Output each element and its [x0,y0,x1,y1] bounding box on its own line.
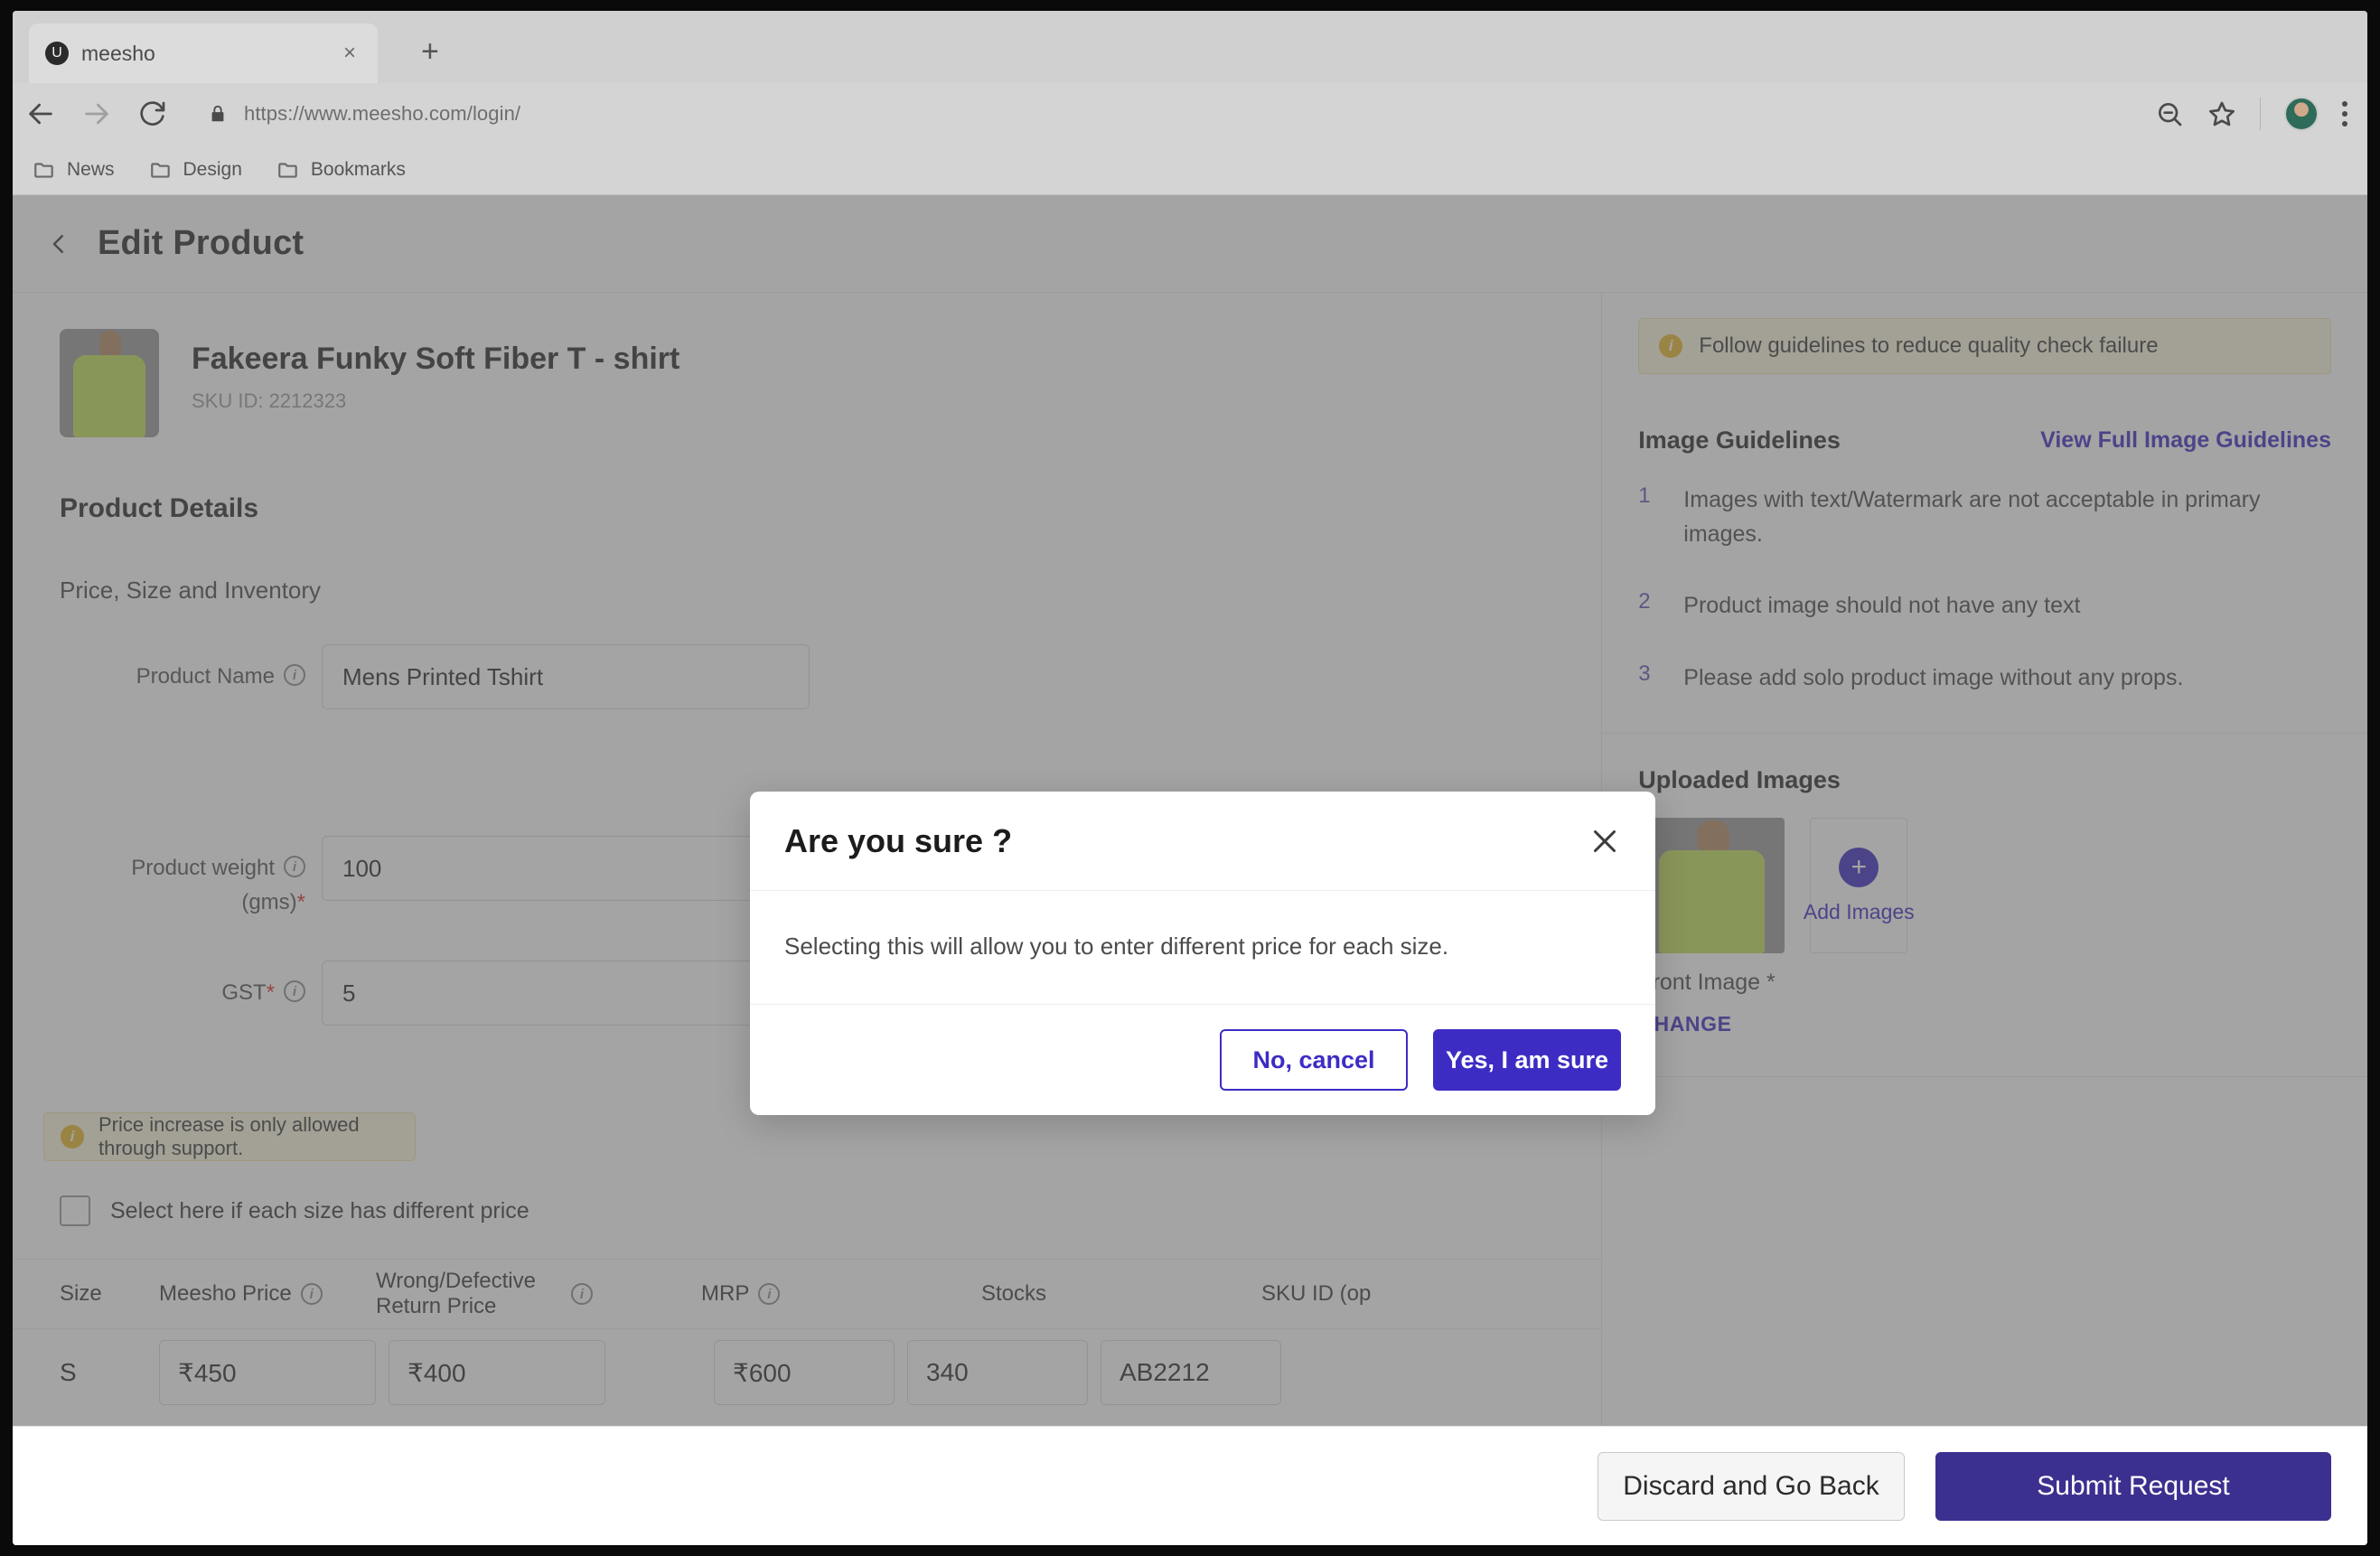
bookmarks-bar: News Design Bookmarks [13,145,2367,195]
tab-title: meesho [81,41,155,65]
bookmark-label: News [67,158,115,180]
confirm-dialog: Are you sure ? Selecting this will allow… [750,792,1655,1115]
url-text: https://www.meesho.com/login/ [244,102,521,125]
reload-icon[interactable] [125,86,181,142]
browser-window: U meesho × + https://www.meesho.com/logi… [13,11,2367,1545]
toolbar-divider [2260,98,2261,130]
dialog-footer: No, cancel Yes, I am sure [750,1005,1655,1115]
folder-icon [149,158,173,182]
bookmark-label: Design [183,158,242,180]
more-menu-icon[interactable] [2342,101,2347,127]
dialog-header: Are you sure ? [750,792,1655,891]
lock-icon [208,104,228,124]
bookmark-item-news[interactable]: News [33,158,115,182]
tab-strip: U meesho × + [13,11,2367,83]
dialog-title: Are you sure ? [784,821,1013,859]
back-icon[interactable] [13,86,69,142]
bookmark-star-icon[interactable] [2207,99,2236,128]
bottom-action-bar: Discard and Go Back Submit Request [13,1426,2367,1545]
dialog-body: Selecting this will allow you to enter d… [750,891,1655,1005]
folder-icon [33,158,56,182]
page-viewport: Edit Product Fakeera Funky Soft Fiber T … [13,195,2367,1545]
dialog-message: Selecting this will allow you to enter d… [784,933,1449,960]
browser-toolbar: https://www.meesho.com/login/ [13,83,2367,145]
address-bar[interactable]: https://www.meesho.com/login/ [193,90,2137,137]
bookmark-item-design[interactable]: Design [149,158,242,182]
tab-favicon-icon: U [45,42,69,65]
profile-avatar[interactable] [2284,97,2319,131]
close-icon[interactable] [1588,825,1621,858]
discard-button[interactable]: Discard and Go Back [1598,1451,1905,1521]
zoom-out-icon[interactable] [2155,99,2184,128]
new-tab-icon[interactable]: + [421,36,439,67]
bookmark-label: Bookmarks [310,158,406,180]
submit-request-button[interactable]: Submit Request [1935,1451,2331,1521]
toolbar-actions [2155,97,2367,131]
confirm-button[interactable]: Yes, I am sure [1433,1029,1621,1091]
folder-icon [276,158,300,182]
cancel-button[interactable]: No, cancel [1220,1029,1408,1091]
browser-tab-meesho[interactable]: U meesho × [29,23,378,83]
bookmark-item-bookmarks[interactable]: Bookmarks [276,158,406,182]
forward-icon[interactable] [69,86,125,142]
tab-close-icon[interactable]: × [338,41,361,66]
screen: U meesho × + https://www.meesho.com/logi… [0,0,2380,1556]
